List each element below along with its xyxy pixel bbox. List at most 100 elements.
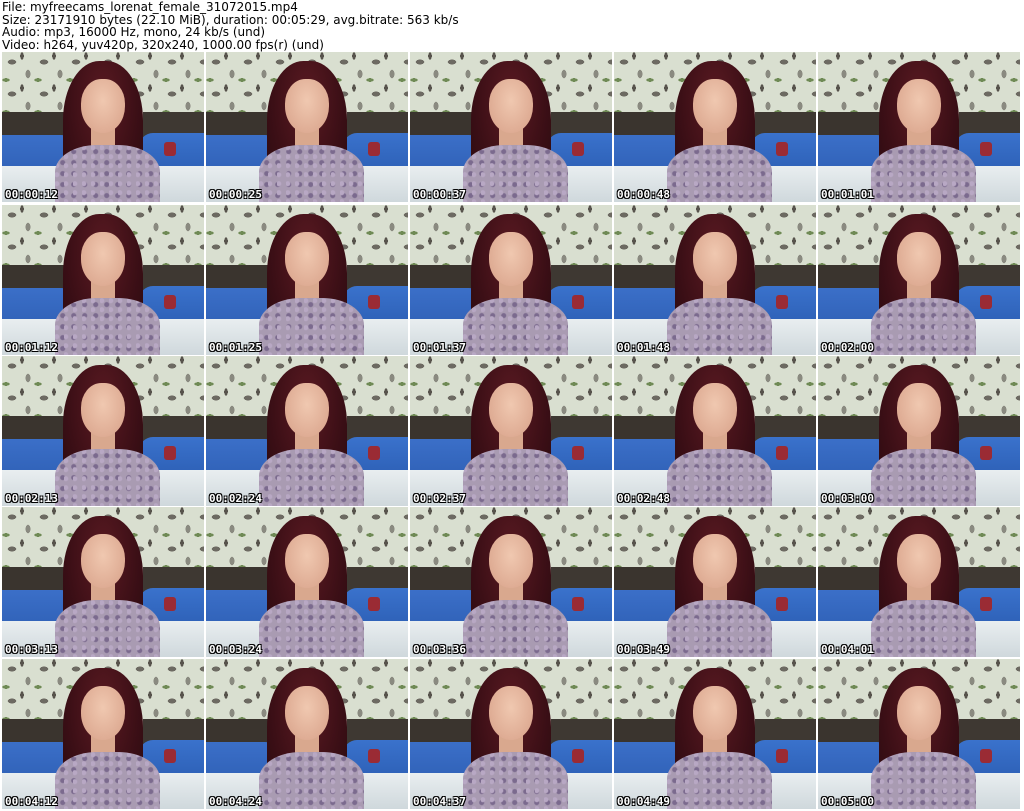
person-blouse: [870, 600, 976, 657]
person-blouse: [54, 752, 160, 809]
pillow: [163, 295, 176, 309]
video-thumbnail: 00:04:37: [410, 659, 612, 809]
person-blouse: [462, 752, 568, 809]
thumbnail-timestamp: 00:02:24: [209, 492, 262, 505]
video-thumbnail: 00:03:49: [614, 507, 816, 657]
pillow: [571, 142, 584, 156]
thumbnail-timestamp: 00:00:25: [209, 188, 262, 201]
thumbnail-timestamp: 00:01:37: [413, 341, 466, 354]
pillow: [571, 446, 584, 460]
video-thumbnail: 00:03:13: [2, 507, 204, 657]
person-blouse: [462, 298, 568, 355]
video-thumbnail: 00:02:13: [2, 356, 204, 506]
person-face: [896, 79, 942, 133]
pillow: [775, 749, 788, 763]
thumbnail-timestamp: 00:03:36: [413, 643, 466, 656]
person-face: [488, 383, 534, 437]
thumbnail-timestamp: 00:04:24: [209, 795, 262, 808]
pillow: [571, 597, 584, 611]
pillow: [163, 142, 176, 156]
file-name-line: File: myfreecams_lorenat_female_31072015…: [2, 0, 298, 14]
pillow: [775, 142, 788, 156]
thumbnail-timestamp: 00:03:24: [209, 643, 262, 656]
video-thumbnail: 00:00:25: [206, 52, 408, 202]
pillow: [571, 295, 584, 309]
pillow: [979, 142, 992, 156]
person-blouse: [54, 600, 160, 657]
person-face: [692, 232, 738, 286]
video-thumbnail: 00:01:37: [410, 205, 612, 355]
person-face: [692, 534, 738, 588]
thumbnail-timestamp: 00:00:12: [5, 188, 58, 201]
thumbnail-timestamp: 00:01:48: [617, 341, 670, 354]
person-blouse: [666, 145, 772, 202]
video-thumbnail: 00:05:00: [818, 659, 1020, 809]
person-blouse: [258, 752, 364, 809]
thumbnail-timestamp: 00:00:48: [617, 188, 670, 201]
pillow: [571, 749, 584, 763]
thumbnail-timestamp: 00:03:00: [821, 492, 874, 505]
video-thumbnail: 00:01:01: [818, 52, 1020, 202]
person-face: [80, 686, 126, 740]
pillow: [979, 749, 992, 763]
person-blouse: [258, 600, 364, 657]
person-face: [80, 79, 126, 133]
person-face: [488, 686, 534, 740]
person-blouse: [666, 449, 772, 506]
thumbnail-timestamp: 00:03:49: [617, 643, 670, 656]
pillow: [163, 446, 176, 460]
video-thumbnail: 00:00:37: [410, 52, 612, 202]
video-thumbnail: 00:02:37: [410, 356, 612, 506]
video-thumbnail: 00:01:48: [614, 205, 816, 355]
person-face: [896, 383, 942, 437]
pillow: [979, 446, 992, 460]
person-face: [284, 383, 330, 437]
video-thumbnail: 00:02:48: [614, 356, 816, 506]
video-thumbnail: 00:04:12: [2, 659, 204, 809]
person-blouse: [462, 449, 568, 506]
video-thumbnail: 00:03:36: [410, 507, 612, 657]
pillow: [367, 142, 380, 156]
thumbnail-timestamp: 00:05:00: [821, 795, 874, 808]
video-thumbnail: 00:02:00: [818, 205, 1020, 355]
thumbnail-timestamp: 00:01:25: [209, 341, 262, 354]
thumbnail-timestamp: 00:02:48: [617, 492, 670, 505]
thumbnail-timestamp: 00:04:12: [5, 795, 58, 808]
pillow: [367, 295, 380, 309]
person-face: [488, 79, 534, 133]
pillow: [979, 295, 992, 309]
person-face: [896, 232, 942, 286]
pillow: [775, 597, 788, 611]
thumbnail-timestamp: 00:01:12: [5, 341, 58, 354]
person-blouse: [258, 449, 364, 506]
person-face: [488, 534, 534, 588]
pillow: [163, 597, 176, 611]
person-face: [896, 686, 942, 740]
thumbnail-timestamp: 00:03:13: [5, 643, 58, 656]
pillow: [367, 446, 380, 460]
thumbnail-timestamp: 00:04:01: [821, 643, 874, 656]
person-blouse: [54, 145, 160, 202]
person-blouse: [870, 449, 976, 506]
video-thumbnail: 00:04:49: [614, 659, 816, 809]
pillow: [775, 295, 788, 309]
video-thumbnail: 00:00:12: [2, 52, 204, 202]
person-face: [692, 383, 738, 437]
person-blouse: [870, 752, 976, 809]
person-face: [80, 534, 126, 588]
person-blouse: [462, 600, 568, 657]
person-face: [692, 686, 738, 740]
person-blouse: [666, 600, 772, 657]
pillow: [367, 749, 380, 763]
pillow: [163, 749, 176, 763]
person-blouse: [870, 145, 976, 202]
person-blouse: [54, 449, 160, 506]
person-face: [284, 534, 330, 588]
person-face: [284, 232, 330, 286]
person-face: [284, 686, 330, 740]
video-thumbnail: 00:04:01: [818, 507, 1020, 657]
thumbnail-timestamp: 00:02:00: [821, 341, 874, 354]
thumbnail-timestamp: 00:02:37: [413, 492, 466, 505]
pillow: [367, 597, 380, 611]
thumbnail-grid: 00:00:12 00:00:25 00:00:37 00:00:48 00:01:01…: [0, 50, 1024, 811]
